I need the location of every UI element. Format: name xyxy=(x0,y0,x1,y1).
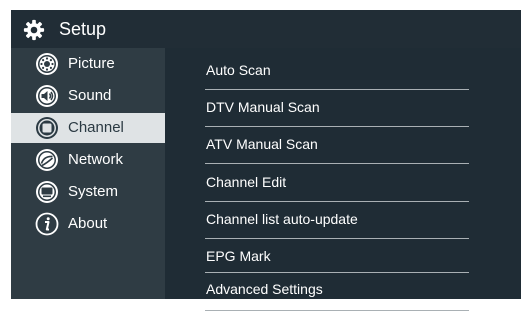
sidebar-item-label: About xyxy=(68,215,108,232)
menu-item-epg-mark[interactable]: EPG Mark xyxy=(205,239,469,273)
menu-item-label: ATV Manual Scan xyxy=(206,136,318,152)
menu-item-label: DTV Manual Scan xyxy=(206,99,320,115)
menu-item-label: Channel Edit xyxy=(206,174,287,190)
menu-item-atv-manual-scan[interactable]: ATV Manual Scan xyxy=(205,126,469,164)
menu-item-label: Auto Scan xyxy=(206,62,271,78)
channel-menu: Auto Scan DTV Manual Scan ATV Manual Sca… xyxy=(165,48,521,311)
sidebar-item-system[interactable]: System xyxy=(11,177,165,207)
menu-item-label: Advanced Settings xyxy=(206,281,323,297)
sidebar-item-about[interactable]: About xyxy=(11,209,165,239)
sidebar-item-label: Channel xyxy=(68,119,124,136)
gear-icon xyxy=(23,19,45,41)
sidebar-item-label: Network xyxy=(68,151,124,168)
sidebar-item-picture[interactable]: Picture xyxy=(11,49,165,79)
page-title: Setup xyxy=(59,19,107,39)
system-icon xyxy=(36,181,58,203)
network-icon xyxy=(36,149,58,171)
menu-item-auto-scan[interactable]: Auto Scan xyxy=(205,52,469,90)
menu-item-label: EPG Mark xyxy=(206,248,271,264)
speaker-icon xyxy=(36,85,58,107)
sidebar-item-label: Sound xyxy=(68,87,112,104)
setup-screen: Setup Picture Sound Channel Network Syst… xyxy=(11,10,521,311)
sidebar-item-sound[interactable]: Sound xyxy=(11,81,165,111)
menu-item-channel-list-auto-update[interactable]: Channel list auto-update xyxy=(205,201,469,239)
sidebar: Picture Sound Channel Network System Abo… xyxy=(11,48,165,299)
info-icon xyxy=(35,212,59,236)
menu-item-label: Channel list auto-update xyxy=(206,211,358,227)
sidebar-item-label: System xyxy=(68,183,119,200)
title-bar: Setup xyxy=(11,10,521,48)
picture-settings-icon xyxy=(36,53,58,75)
channel-icon xyxy=(36,117,58,139)
menu-item-dtv-manual-scan[interactable]: DTV Manual Scan xyxy=(205,89,469,127)
menu-item-channel-edit[interactable]: Channel Edit xyxy=(205,164,469,202)
menu-item-advanced-settings[interactable]: Advanced Settings xyxy=(205,273,469,311)
sidebar-item-network[interactable]: Network xyxy=(11,145,165,175)
sidebar-item-label: Picture xyxy=(68,55,115,72)
sidebar-item-channel[interactable]: Channel xyxy=(11,113,165,143)
